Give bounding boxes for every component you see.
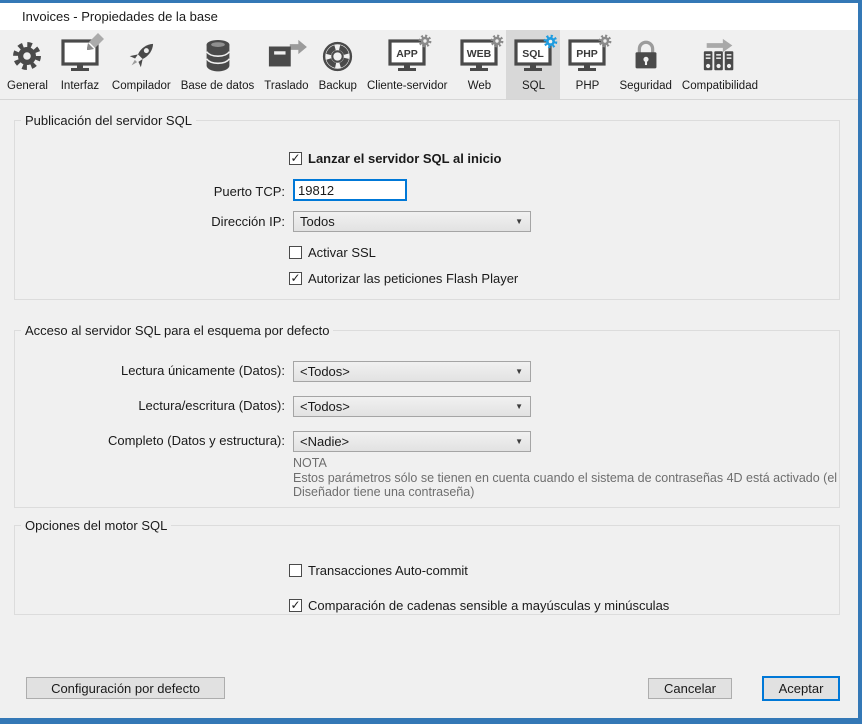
box-arrow-icon xyxy=(264,35,308,77)
checkbox[interactable]: ✓ xyxy=(289,152,302,165)
title-bar: Invoices - Propiedades de la base xyxy=(0,3,858,30)
toolbar-item-general[interactable]: General xyxy=(2,30,53,99)
launch-sql-server-checkbox-row[interactable]: ✓ Lanzar el servidor SQL al inicio xyxy=(289,151,501,166)
chevron-down-icon: ▼ xyxy=(515,217,523,226)
checkbox-label: Activar SSL xyxy=(308,245,376,260)
checkbox[interactable]: ✓ xyxy=(289,272,302,285)
toolbar-item-traslado[interactable]: Traslado xyxy=(259,30,313,99)
toolbar-item-seguridad[interactable]: Seguridad xyxy=(614,30,676,99)
toolbar-item-cliente-servidor[interactable]: APP Cliente-servidor xyxy=(362,30,453,99)
monitor-pencil-icon xyxy=(58,35,102,77)
toolbar-item-label: Interfaz xyxy=(61,80,99,92)
toolbar-item-php[interactable]: PHP PHP xyxy=(560,30,614,99)
svg-text:WEB: WEB xyxy=(467,48,492,60)
toolbar-item-web[interactable]: WEB Web xyxy=(452,30,506,99)
checkbox-label: Transacciones Auto-commit xyxy=(308,563,468,578)
web-monitor-gear-icon: WEB xyxy=(457,35,501,77)
read-only-dropdown[interactable]: <Todos> ▼ xyxy=(293,361,531,382)
dropdown-value: <Todos> xyxy=(300,399,350,414)
toolbar-item-label: Compilador xyxy=(112,80,171,92)
lifebuoy-icon xyxy=(319,35,356,77)
window-title: Invoices - Propiedades de la base xyxy=(22,3,218,30)
checkbox[interactable] xyxy=(289,246,302,259)
read-only-label: Lectura únicamente (Datos): xyxy=(40,363,285,378)
ip-address-dropdown[interactable]: Todos ▼ xyxy=(293,211,531,232)
toolbar-item-label: General xyxy=(7,80,48,92)
toolbar-item-base-de-datos[interactable]: Base de datos xyxy=(176,30,260,99)
toolbar-item-backup[interactable]: Backup xyxy=(314,30,362,99)
ok-button[interactable]: Aceptar xyxy=(762,676,840,701)
group-title: Opciones del motor SQL xyxy=(21,518,171,533)
checkbox-label: Autorizar las peticiones Flash Player xyxy=(308,271,518,286)
activate-ssl-checkbox-row[interactable]: Activar SSL xyxy=(289,245,376,260)
svg-text:PHP: PHP xyxy=(577,48,599,60)
toolbar-item-sql[interactable]: SQL SQL xyxy=(506,30,560,99)
binders-arrow-icon xyxy=(697,35,743,77)
toolbar-item-label: Traslado xyxy=(264,80,308,92)
toolbar-item-label: Base de datos xyxy=(181,80,255,92)
full-access-dropdown[interactable]: <Nadie> ▼ xyxy=(293,431,531,452)
sql-monitor-gear-icon: SQL xyxy=(511,35,555,77)
php-monitor-gear-icon: PHP xyxy=(565,35,609,77)
tcp-port-input[interactable] xyxy=(293,179,407,201)
toolbar-item-label: PHP xyxy=(576,80,600,92)
toolbar-item-label: SQL xyxy=(522,80,545,92)
properties-dialog: Invoices - Propiedades de la base Genera… xyxy=(0,0,862,724)
case-sensitive-checkbox-row[interactable]: ✓ Comparación de cadenas sensible a mayú… xyxy=(289,598,669,613)
app-monitor-gear-icon: APP xyxy=(385,35,429,77)
group-title: Acceso al servidor SQL para el esquema p… xyxy=(21,323,333,338)
toolbar-item-compilador[interactable]: Compilador xyxy=(107,30,176,99)
toolbar-item-label: Web xyxy=(468,80,491,92)
dropdown-value: <Todos> xyxy=(300,364,350,379)
rocket-icon xyxy=(122,35,160,77)
toolbar-item-interfaz[interactable]: Interfaz xyxy=(53,30,107,99)
autocommit-checkbox-row[interactable]: Transacciones Auto-commit xyxy=(289,563,468,578)
dropdown-value: Todos xyxy=(300,214,335,229)
note-text: Estos parámetros sólo se tienen en cuent… xyxy=(293,471,838,500)
flash-player-checkbox-row[interactable]: ✓ Autorizar las peticiones Flash Player xyxy=(289,271,518,286)
read-write-label: Lectura/escritura (Datos): xyxy=(40,398,285,413)
checkbox[interactable]: ✓ xyxy=(289,599,302,612)
checkbox-label: Comparación de cadenas sensible a mayúsc… xyxy=(308,598,669,613)
cancel-button[interactable]: Cancelar xyxy=(648,678,732,699)
chevron-down-icon: ▼ xyxy=(515,367,523,376)
checkbox[interactable] xyxy=(289,564,302,577)
svg-text:APP: APP xyxy=(396,48,418,60)
tcp-port-label: Puerto TCP: xyxy=(100,184,285,199)
dropdown-value: <Nadie> xyxy=(300,434,349,449)
read-write-dropdown[interactable]: <Todos> ▼ xyxy=(293,396,531,417)
note-title: NOTA xyxy=(293,456,838,471)
checkbox-label: Lanzar el servidor SQL al inicio xyxy=(308,151,501,166)
database-icon xyxy=(199,35,237,77)
toolbar-item-label: Cliente-servidor xyxy=(367,80,448,92)
default-config-button[interactable]: Configuración por defecto xyxy=(26,677,225,699)
chevron-down-icon: ▼ xyxy=(515,437,523,446)
toolbar-item-label: Backup xyxy=(319,80,357,92)
note-block: NOTA Estos parámetros sólo se tienen en … xyxy=(293,456,838,500)
gear-icon xyxy=(9,35,45,77)
toolbar-item-label: Seguridad xyxy=(619,80,671,92)
toolbar-item-label: Compatibilidad xyxy=(682,80,758,92)
toolbar-item-compatibilidad[interactable]: Compatibilidad xyxy=(677,30,763,99)
toolbar: General Interfaz Compilador Base de dato… xyxy=(0,30,858,100)
lock-icon xyxy=(627,35,665,77)
full-access-label: Completo (Datos y estructura): xyxy=(40,433,285,448)
group-title: Publicación del servidor SQL xyxy=(21,113,196,128)
ip-address-label: Dirección IP: xyxy=(100,214,285,229)
chevron-down-icon: ▼ xyxy=(515,402,523,411)
